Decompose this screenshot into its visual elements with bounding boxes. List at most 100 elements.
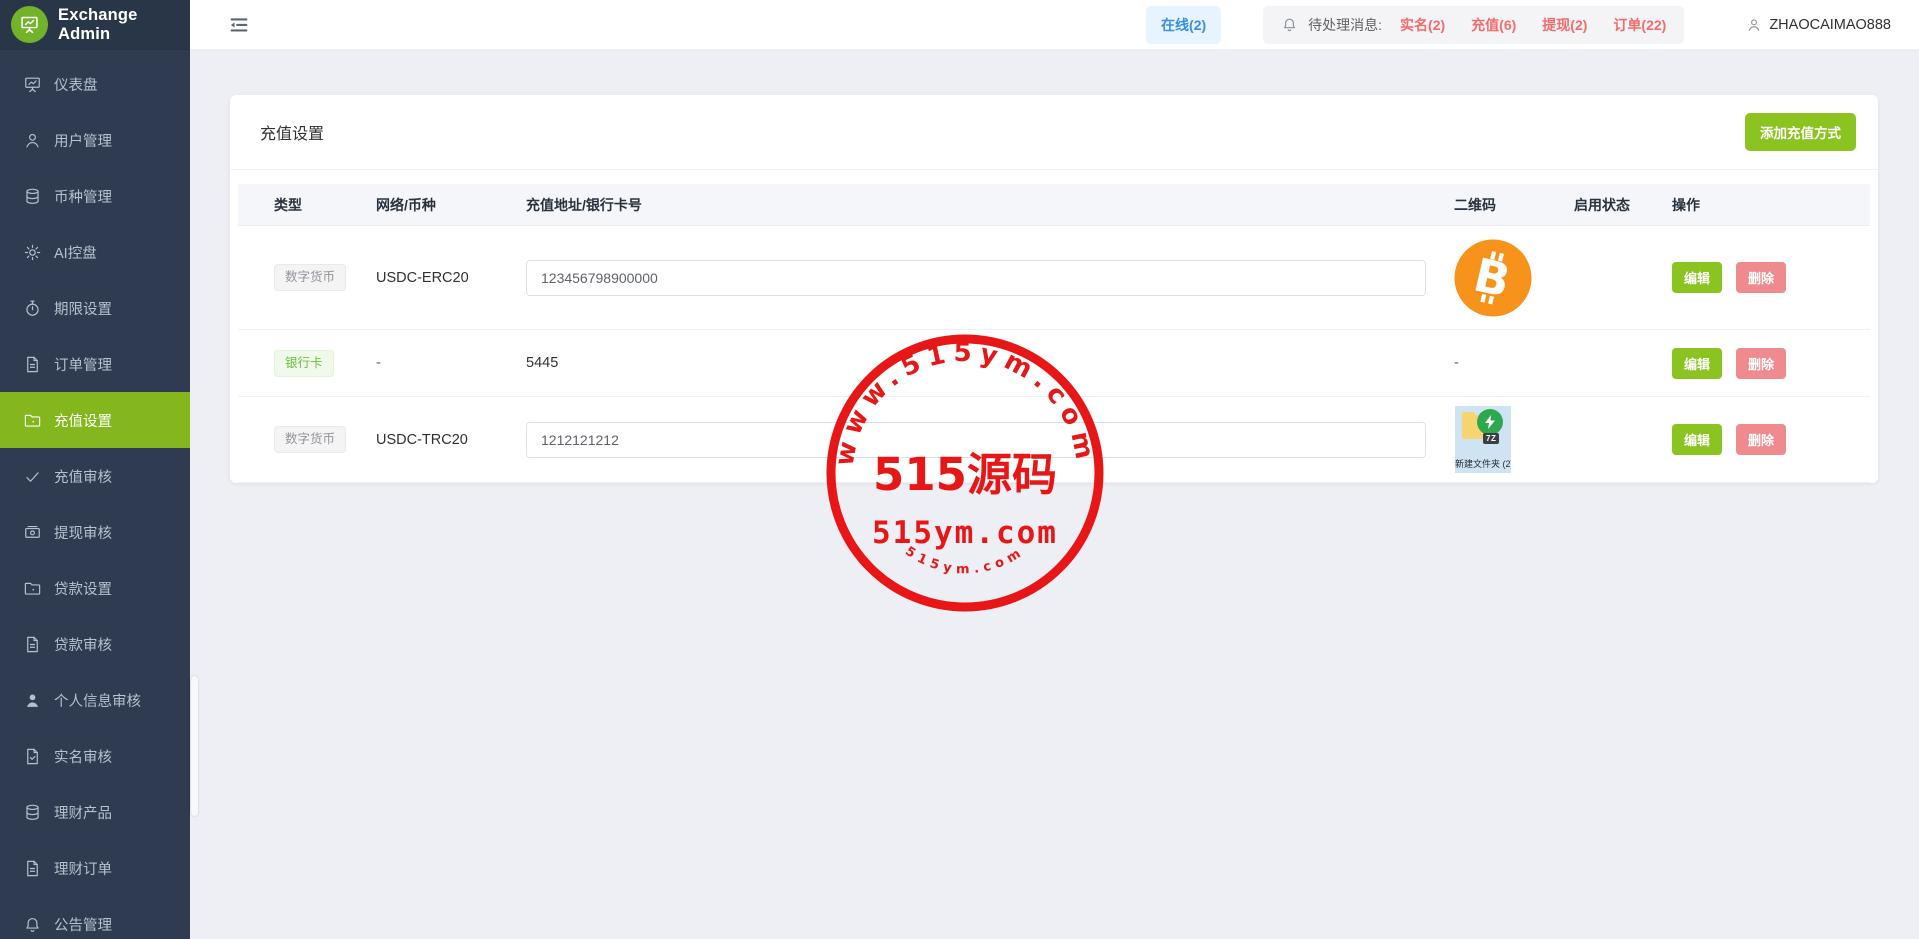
sidebar-menu: 仪表盘 用户管理 币种管理 AI控盘 期限设置 订单管理 — [0, 50, 190, 939]
coins-database-icon — [23, 803, 42, 822]
sidebar-item-label: 个人信息审核 — [54, 690, 141, 711]
sidebar-item-label: 公告管理 — [54, 914, 112, 935]
document-icon — [23, 355, 42, 374]
sidebar-item-label: AI控盘 — [54, 242, 97, 263]
dashboard-icon — [23, 75, 42, 94]
stopwatch-icon — [23, 299, 42, 318]
check-icon — [23, 467, 42, 486]
delete-button[interactable]: 删除 — [1736, 262, 1786, 293]
add-recharge-method-button[interactable]: 添加充值方式 — [1745, 113, 1856, 151]
network-value: USDC-TRC20 — [376, 432, 526, 448]
sidebar-item-label: 理财产品 — [54, 802, 112, 823]
col-qrcode: 二维码 — [1454, 195, 1574, 215]
sidebar-item-label: 充值设置 — [54, 410, 112, 431]
app-logo-row: Exchange Admin — [0, 0, 190, 50]
address-input[interactable] — [526, 422, 1426, 458]
recharge-settings-card: 充值设置 添加充值方式 类型 网络/币种 充值地址/银行卡号 二维码 启用状态 … — [230, 95, 1878, 483]
sidebar-item-currencies[interactable]: 币种管理 — [0, 168, 190, 224]
sidebar-item-withdraw-review[interactable]: 提现审核 — [0, 504, 190, 560]
sidebar-item-personal-info-review[interactable]: 个人信息审核 — [0, 672, 190, 728]
presentation-chart-icon — [19, 14, 40, 35]
network-value: USDC-ERC20 — [376, 270, 526, 286]
col-network: 网络/币种 — [376, 195, 526, 215]
sidebar-item-label: 用户管理 — [54, 130, 112, 151]
sidebar-item-label: 充值审核 — [54, 466, 112, 487]
sidebar-item-label: 期限设置 — [54, 298, 112, 319]
sidebar-collapse-icon[interactable] — [228, 14, 250, 36]
table-row: 数字货币 USDC-ERC20 B — [238, 226, 1870, 330]
table-header-row: 类型 网络/币种 充值地址/银行卡号 二维码 启用状态 操作 — [238, 184, 1870, 226]
sidebar-item-orders[interactable]: 订单管理 — [0, 336, 190, 392]
sidebar-scrollbar-thumb[interactable] — [191, 676, 198, 816]
sidebar-item-label: 实名审核 — [54, 746, 112, 767]
sidebar-item-realname-review[interactable]: 实名审核 — [0, 728, 190, 784]
pending-link-realname[interactable]: 实名(2) — [1400, 15, 1445, 35]
pending-link-withdraw[interactable]: 提现(2) — [1542, 15, 1587, 35]
delete-button[interactable]: 删除 — [1736, 348, 1786, 379]
sidebar-item-label: 币种管理 — [54, 186, 112, 207]
user-icon — [1746, 17, 1762, 33]
coins-database-icon — [23, 187, 42, 206]
table-row: 数字货币 USDC-TRC20 7Z 新建文件夹 — [238, 397, 1870, 483]
sidebar-item-label: 贷款审核 — [54, 634, 112, 655]
edit-button[interactable]: 编辑 — [1672, 348, 1722, 379]
delete-button[interactable]: 删除 — [1736, 424, 1786, 455]
sidebar-item-wealth-orders[interactable]: 理财订单 — [0, 840, 190, 896]
sidebar-item-label: 订单管理 — [54, 354, 112, 375]
lightning-icon — [1477, 409, 1503, 435]
user-icon — [23, 131, 42, 150]
user-menu[interactable]: ZHAOCAIMAO888 — [1746, 17, 1891, 33]
app-title: Exchange Admin — [58, 6, 190, 44]
folder-icon — [23, 411, 42, 430]
topbar: 在线(2) 待处理消息: 实名(2) 充值(6) 提现(2) 订单(22) Z — [190, 0, 1919, 49]
sidebar-item-label: 仪表盘 — [54, 74, 98, 95]
username: ZHAOCAIMAO888 — [1769, 17, 1891, 33]
sidebar-item-term-settings[interactable]: 期限设置 — [0, 280, 190, 336]
sidebar-item-users[interactable]: 用户管理 — [0, 112, 190, 168]
document-icon — [23, 635, 42, 654]
col-address: 充值地址/银行卡号 — [526, 195, 1454, 215]
gear-icon — [23, 243, 42, 262]
sidebar-item-dashboard[interactable]: 仪表盘 — [0, 56, 190, 112]
app-logo — [11, 6, 48, 43]
edit-button[interactable]: 编辑 — [1672, 424, 1722, 455]
sidebar-item-label: 理财订单 — [54, 858, 112, 879]
col-actions: 操作 — [1672, 195, 1870, 215]
bell-icon — [23, 915, 42, 934]
document-icon — [23, 859, 42, 878]
recharge-methods-table: 类型 网络/币种 充值地址/银行卡号 二维码 启用状态 操作 数字货币 USDC… — [238, 184, 1870, 483]
person-filled-icon — [23, 691, 42, 710]
page-title: 充值设置 — [260, 120, 324, 144]
address-text: 5445 — [526, 355, 1454, 371]
sidebar-item-wealth-products[interactable]: 理财产品 — [0, 784, 190, 840]
sidebar-item-loan-review[interactable]: 贷款审核 — [0, 616, 190, 672]
type-tag: 数字货币 — [274, 264, 346, 291]
type-tag: 银行卡 — [274, 350, 334, 377]
sidebar-item-recharge-review[interactable]: 充值审核 — [0, 448, 190, 504]
sidebar-item-recharge-settings[interactable]: 充值设置 — [0, 392, 190, 448]
bell-icon — [1281, 16, 1298, 33]
document-check-icon — [23, 747, 42, 766]
folder-icon — [23, 579, 42, 598]
online-badge[interactable]: 在线(2) — [1146, 6, 1221, 44]
sidebar-item-ai-control[interactable]: AI控盘 — [0, 224, 190, 280]
edit-button[interactable]: 编辑 — [1672, 262, 1722, 293]
col-status: 启用状态 — [1574, 195, 1672, 215]
pending-link-orders[interactable]: 订单(22) — [1613, 15, 1666, 35]
col-type: 类型 — [274, 195, 376, 215]
pending-messages-bar: 待处理消息: 实名(2) 充值(6) 提现(2) 订单(22) — [1263, 6, 1684, 44]
network-value: - — [376, 355, 526, 371]
main-content: 充值设置 添加充值方式 类型 网络/币种 充值地址/银行卡号 二维码 启用状态 … — [190, 49, 1919, 939]
sidebar-item-label: 贷款设置 — [54, 578, 112, 599]
page-root: Exchange Admin 仪表盘 用户管理 币种管理 AI控盘 期限设置 — [0, 0, 1919, 939]
sidebar-item-loan-settings[interactable]: 贷款设置 — [0, 560, 190, 616]
address-input[interactable] — [526, 260, 1426, 296]
banknote-icon — [23, 523, 42, 542]
sidebar-item-announcements[interactable]: 公告管理 — [0, 896, 190, 939]
qr-image-thumbnail[interactable]: 7Z 新建文件夹 (2) — [1454, 406, 1512, 473]
bitcoin-logo[interactable]: B — [1454, 239, 1532, 317]
thumbnail-caption: 新建文件夹 (2) — [1455, 456, 1511, 473]
pending-link-recharge[interactable]: 充值(6) — [1471, 15, 1516, 35]
type-tag: 数字货币 — [274, 426, 346, 453]
7z-badge: 7Z — [1483, 433, 1499, 444]
